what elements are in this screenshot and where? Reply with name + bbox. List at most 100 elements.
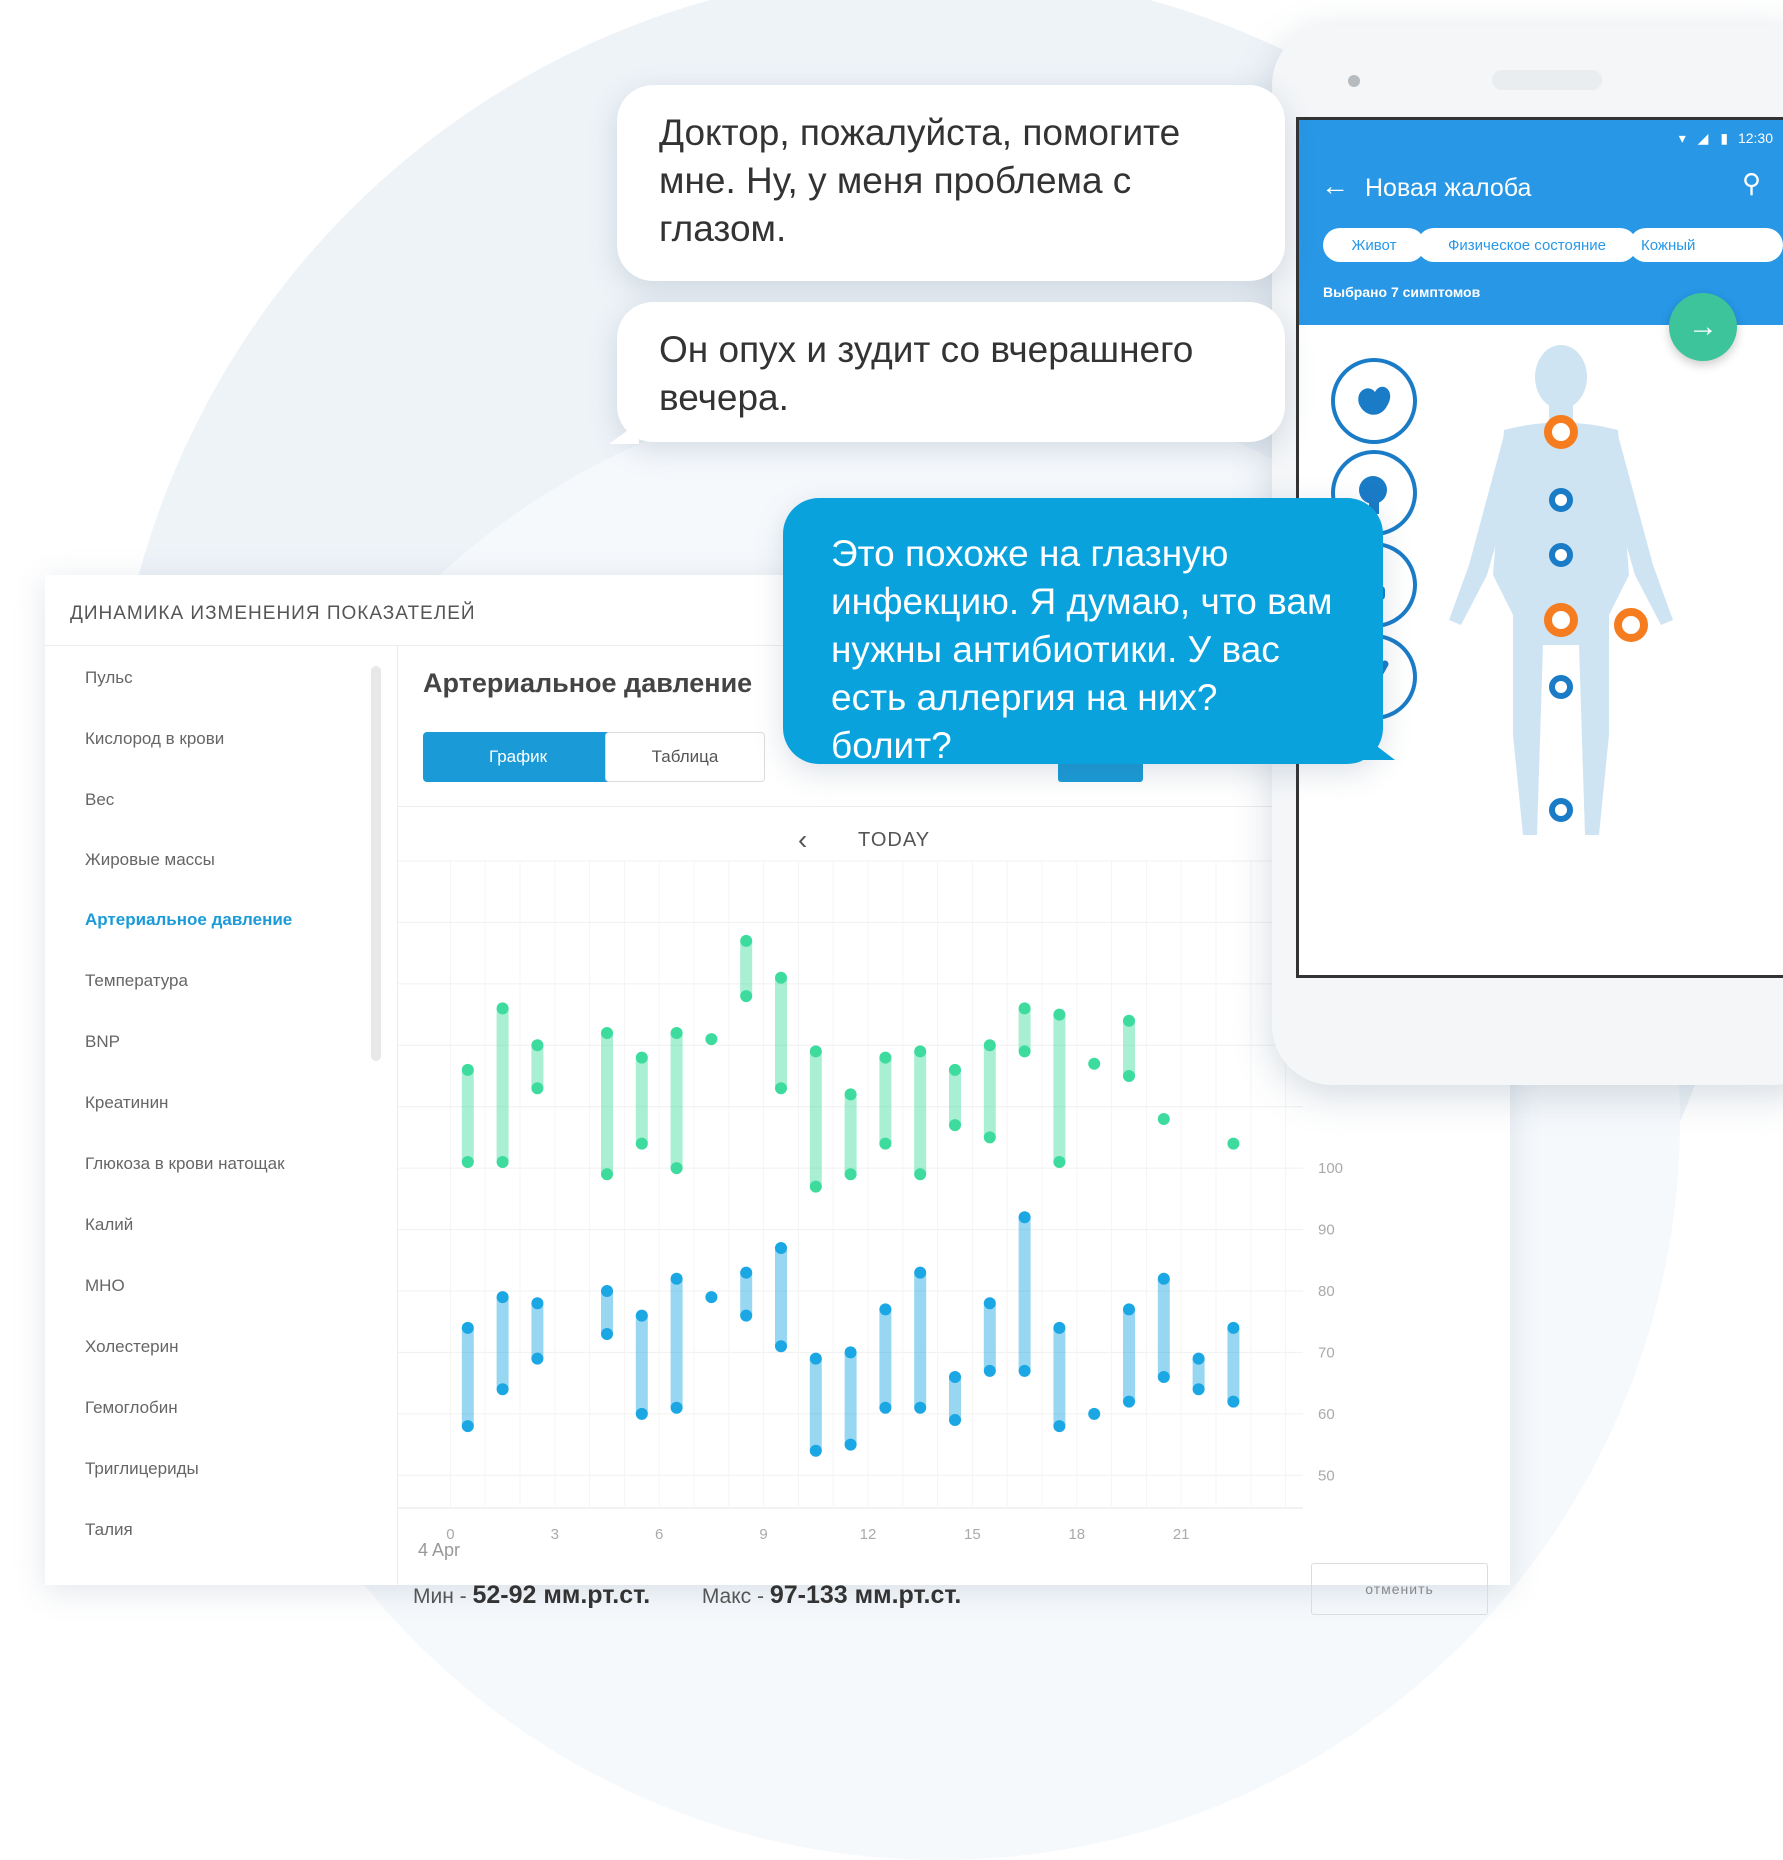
data-point-max [1192,1352,1205,1365]
data-point-min [775,1082,787,1095]
sidebar-item-waist[interactable]: Талия [85,1520,133,1540]
sidebar-item-glucose[interactable]: Глюкоза в крови натощак [85,1154,285,1174]
data-point-min [775,1340,787,1353]
sidebar-item-inr[interactable]: МНО [85,1276,125,1296]
data-point-max [879,1303,892,1316]
y-tick-label: 50 [1318,1467,1335,1484]
data-point-max [914,1266,927,1279]
data-point-max [1157,1113,1170,1125]
data-point-max [461,1321,474,1334]
data-point-max [496,1002,509,1015]
x-tick-label: 3 [551,1526,559,1543]
chip-skin[interactable]: Кожный [1629,228,1783,262]
y-tick-label: 60 [1318,1406,1335,1423]
symptom-marker[interactable] [1549,543,1573,567]
sidebar-item-oxygen[interactable]: Кислород в крови [85,729,224,749]
data-point-min [496,1156,509,1168]
signal-icon: ◢ [1697,130,1709,146]
data-point-min [461,1156,474,1168]
symptom-marker[interactable] [1614,608,1648,642]
data-point-min [1227,1395,1240,1408]
data-point-max [1088,1057,1101,1070]
data-point-max [844,1088,857,1101]
data-point-min [531,1082,544,1095]
data-point-max [635,1309,648,1322]
sidebar-item-hemoglobin[interactable]: Гемоглобин [85,1398,178,1418]
symptom-marker[interactable] [1544,603,1578,637]
y-tick-label: 100 [1318,1160,1343,1177]
sidebar-item-fat-mass[interactable]: Жировые массы [85,850,215,870]
data-point-max [531,1039,544,1052]
data-point-max [1123,1014,1135,1027]
status-time: 12:30 [1737,130,1773,146]
data-point-min [1123,1395,1135,1408]
sidebar-item-blood-pressure[interactable]: Артериальное давление [85,910,292,930]
sidebar-item-potassium[interactable]: Калий [85,1215,133,1235]
data-point-max [983,1297,996,1310]
data-point-min [949,1414,961,1426]
data-point-max [983,1039,996,1052]
data-point-min [531,1352,544,1365]
y-tick-label: 90 [1318,1222,1335,1239]
stats-row: Мин - 52-92 мм.рт.ст. Макс - 97-133 мм.р… [413,1581,961,1610]
data-point-max [601,1027,613,1039]
chip-physical-state[interactable]: Физическое состояние [1417,228,1637,262]
symptom-marker[interactable] [1549,675,1573,699]
data-point-min [740,1309,753,1322]
card-title: ДИНАМИКА ИЗМЕНЕНИЯ ПОКАЗАТЕЛЕЙ [70,603,476,624]
chip-stomach[interactable]: Живот [1323,228,1425,262]
sidebar-item-bnp[interactable]: BNP [85,1032,120,1052]
data-point-min [601,1168,613,1181]
data-point-min [496,1383,509,1396]
data-point-max [531,1297,544,1310]
data-point-max [705,1291,718,1304]
bubble-text: Доктор, пожалуйста, помогите мне. Ну, у … [659,112,1181,249]
sidebar-item-triglycerides[interactable]: Триглицериды [85,1459,199,1479]
data-point-max [1227,1321,1240,1334]
symptom-marker[interactable] [1549,488,1573,512]
x-tick-label: 21 [1173,1526,1190,1543]
cancel-button[interactable]: отменить [1311,1563,1488,1615]
data-point-max [844,1346,857,1359]
data-point-min [1053,1156,1066,1168]
data-point-max [809,1045,822,1058]
x-tick-label: 6 [655,1526,663,1543]
sidebar-item-weight[interactable]: Вес [85,790,114,810]
sidebar-item-cholesterol[interactable]: Холестерин [85,1337,179,1357]
chat-bubble-doctor: Это похоже на глазную инфекцию. Я думаю,… [783,498,1395,766]
data-point-max [1018,1211,1031,1224]
back-arrow-icon[interactable]: ← [1321,170,1349,202]
sidebar-item-temperature[interactable]: Температура [85,971,188,991]
app-title: Новая жалоба [1365,174,1532,202]
data-point-min [844,1438,857,1451]
data-point-min [914,1168,927,1181]
sidebar-scrollbar[interactable] [371,666,381,1061]
min-value: 52-92 мм.рт.ст. [472,1581,651,1609]
data-point-min [1192,1383,1205,1396]
data-point-min [461,1420,474,1433]
symptom-marker[interactable] [1544,415,1578,449]
chat-bubble-patient: Доктор, пожалуйста, помогите мне. Ну, у … [617,85,1285,281]
data-point-max [670,1272,683,1285]
data-point-min [949,1119,961,1132]
data-point-min [1123,1070,1135,1082]
sidebar-item-creatinine[interactable]: Креатинин [85,1093,168,1113]
x-date-label: 4 Apr [418,1540,460,1560]
bubble-text: Это похоже на глазную инфекцию. Я думаю,… [831,533,1333,766]
battery-icon: ▮ [1720,130,1729,146]
data-point-min [635,1137,648,1150]
symptom-marker[interactable] [1549,798,1573,822]
data-point-max [775,971,787,984]
data-point-min [1053,1420,1066,1433]
data-point-min [1157,1371,1170,1383]
data-point-max [705,1033,718,1046]
data-point-min [1018,1045,1031,1058]
search-icon[interactable]: ⚲ [1742,168,1761,199]
x-tick-label: 12 [860,1526,877,1543]
data-point-max [496,1291,509,1304]
data-point-min [670,1401,683,1414]
speaker [1492,70,1602,90]
sidebar-item-pulse[interactable]: Пульс [85,668,133,688]
data-point-max [809,1352,822,1365]
data-point-min [879,1137,892,1150]
